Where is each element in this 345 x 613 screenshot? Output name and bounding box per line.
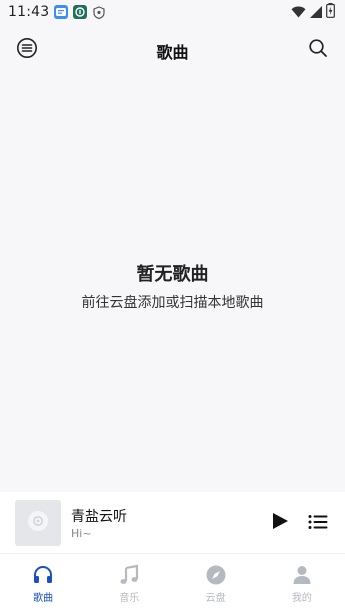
wifi-icon — [291, 3, 306, 22]
album-cover[interactable] — [15, 500, 61, 546]
status-bar: 11:43 — [0, 0, 345, 24]
messenger-app-icon — [54, 5, 69, 19]
search-icon — [308, 38, 328, 62]
person-icon — [291, 564, 313, 586]
search-button[interactable] — [306, 38, 330, 62]
page-title: 歌曲 — [156, 43, 189, 62]
song-artist: Hi~ — [71, 527, 92, 540]
status-right — [291, 2, 335, 22]
play-button[interactable] — [269, 512, 291, 534]
nav-item-profile[interactable]: 我的 — [259, 554, 345, 613]
disc-icon — [27, 510, 49, 536]
nav-label-songs: 歌曲 — [33, 593, 54, 604]
nav-label-cloud: 云盘 — [205, 593, 226, 604]
nav-label-profile: 我的 — [291, 593, 312, 604]
nav-label-music: 音乐 — [119, 593, 140, 604]
mini-player[interactable]: 青盐云听 Hi~ — [0, 492, 345, 553]
playlist-icon — [308, 514, 328, 534]
status-left: 11:43 — [8, 4, 106, 20]
music-note-icon — [118, 564, 140, 586]
empty-state: 暂无歌曲 前往云盘添加或扫描本地歌曲 — [0, 260, 345, 312]
empty-title: 暂无歌曲 — [136, 264, 209, 285]
nav-item-music[interactable]: 音乐 — [86, 554, 172, 613]
security-app-icon — [73, 5, 88, 19]
play-icon — [271, 512, 289, 534]
headphones-icon — [32, 564, 54, 586]
status-time: 11:43 — [8, 4, 50, 20]
battery-charging-icon — [326, 2, 335, 22]
shield-app-icon — [92, 5, 106, 19]
compass-icon — [205, 564, 227, 586]
playlist-button[interactable] — [307, 513, 329, 535]
nav-item-songs[interactable]: 歌曲 — [0, 554, 86, 613]
signal-icon — [310, 3, 322, 22]
app-header: 歌曲 — [0, 30, 345, 70]
empty-subtitle: 前往云盘添加或扫描本地歌曲 — [81, 295, 264, 311]
song-title: 青盐云听 — [71, 509, 127, 525]
nav-item-cloud[interactable]: 云盘 — [173, 554, 259, 613]
bottom-nav: 歌曲 音乐 云盘 我的 — [0, 553, 345, 613]
